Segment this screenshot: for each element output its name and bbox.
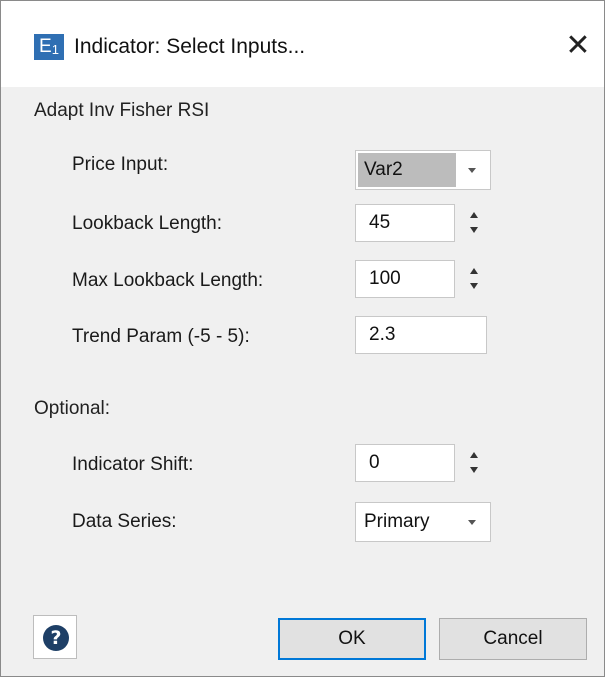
max-lookback-length-spinner[interactable] bbox=[463, 260, 487, 298]
section-title-optional: Optional: bbox=[34, 398, 111, 419]
app-logo-icon: E1 bbox=[34, 34, 64, 60]
close-icon[interactable]: ✕ bbox=[561, 29, 595, 63]
price-input-dropdown[interactable]: Var2 bbox=[355, 150, 491, 190]
spin-down-icon[interactable] bbox=[470, 467, 478, 473]
spin-up-icon[interactable] bbox=[470, 268, 478, 274]
lookback-length-spinner[interactable] bbox=[463, 204, 487, 242]
cancel-button[interactable]: Cancel bbox=[439, 618, 587, 660]
indicator-dialog: E1 Indicator: Select Inputs... ✕ Adapt I… bbox=[0, 0, 605, 677]
indicator-shift-spinner[interactable] bbox=[463, 444, 487, 482]
data-series-label: Data Series: bbox=[72, 511, 177, 532]
spin-down-icon[interactable] bbox=[470, 283, 478, 289]
chevron-down-icon bbox=[468, 168, 476, 173]
trend-param-input[interactable]: 2.3 bbox=[355, 316, 487, 354]
price-input-label: Price Input: bbox=[72, 154, 169, 175]
trend-param-label: Trend Param (-5 - 5): bbox=[72, 326, 250, 347]
help-icon: ? bbox=[43, 625, 69, 651]
data-series-value: Primary bbox=[364, 511, 430, 532]
spin-up-icon[interactable] bbox=[470, 452, 478, 458]
lookback-length-input[interactable]: 45 bbox=[355, 204, 455, 242]
chevron-down-icon bbox=[468, 520, 476, 525]
indicator-shift-input[interactable]: 0 bbox=[355, 444, 455, 482]
section-title-indicator: Adapt Inv Fisher RSI bbox=[34, 100, 210, 121]
max-lookback-length-label: Max Lookback Length: bbox=[72, 270, 264, 291]
data-series-dropdown[interactable]: Primary bbox=[355, 502, 491, 542]
spin-down-icon[interactable] bbox=[470, 227, 478, 233]
spin-up-icon[interactable] bbox=[470, 212, 478, 218]
lookback-length-label: Lookback Length: bbox=[72, 213, 223, 234]
help-button[interactable]: ? bbox=[33, 615, 77, 659]
ok-button[interactable]: OK bbox=[278, 618, 426, 660]
title-bar: E1 Indicator: Select Inputs... ✕ bbox=[1, 1, 604, 87]
max-lookback-length-input[interactable]: 100 bbox=[355, 260, 455, 298]
price-input-value: Var2 bbox=[358, 153, 456, 187]
dialog-title: Indicator: Select Inputs... bbox=[74, 35, 306, 58]
indicator-shift-label: Indicator Shift: bbox=[72, 454, 194, 475]
